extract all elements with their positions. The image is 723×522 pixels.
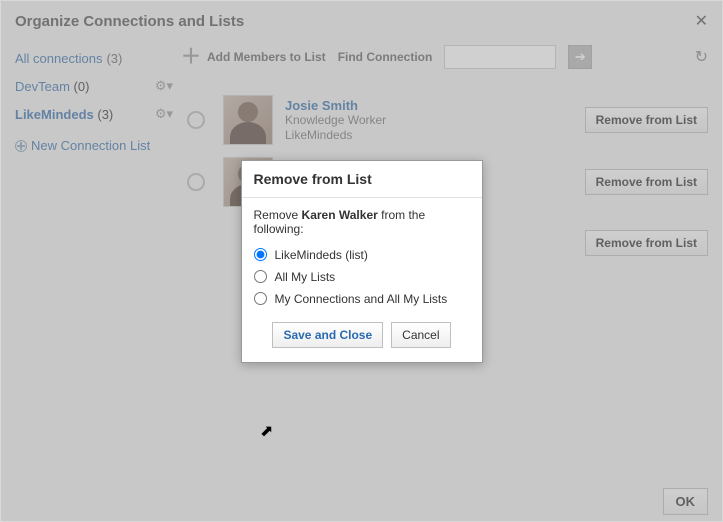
radio-input[interactable] [254, 292, 267, 305]
modal-layer: Remove from List Remove Karen Walker fro… [1, 1, 722, 521]
modal-target-name: Karen Walker [302, 208, 378, 222]
option-likemindeds[interactable]: LikeMindeds (list) [254, 244, 470, 266]
option-label: LikeMindeds (list) [275, 248, 368, 262]
cancel-button[interactable]: Cancel [391, 322, 450, 348]
modal-title: Remove from List [242, 161, 482, 198]
option-label: All My Lists [275, 270, 336, 284]
organize-connections-dialog: Organize Connections and Lists ✕ All con… [0, 0, 723, 522]
option-all-my-lists[interactable]: All My Lists [254, 266, 470, 288]
remove-from-list-modal: Remove from List Remove Karen Walker fro… [241, 160, 483, 363]
option-label: My Connections and All My Lists [275, 292, 448, 306]
save-and-close-button[interactable]: Save and Close [272, 322, 383, 348]
option-connections-and-lists[interactable]: My Connections and All My Lists [254, 288, 470, 310]
radio-input[interactable] [254, 270, 267, 283]
radio-input[interactable] [254, 248, 267, 261]
modal-prompt: Remove Karen Walker from the following: [254, 208, 470, 236]
modal-actions: Save and Close Cancel [242, 314, 482, 362]
